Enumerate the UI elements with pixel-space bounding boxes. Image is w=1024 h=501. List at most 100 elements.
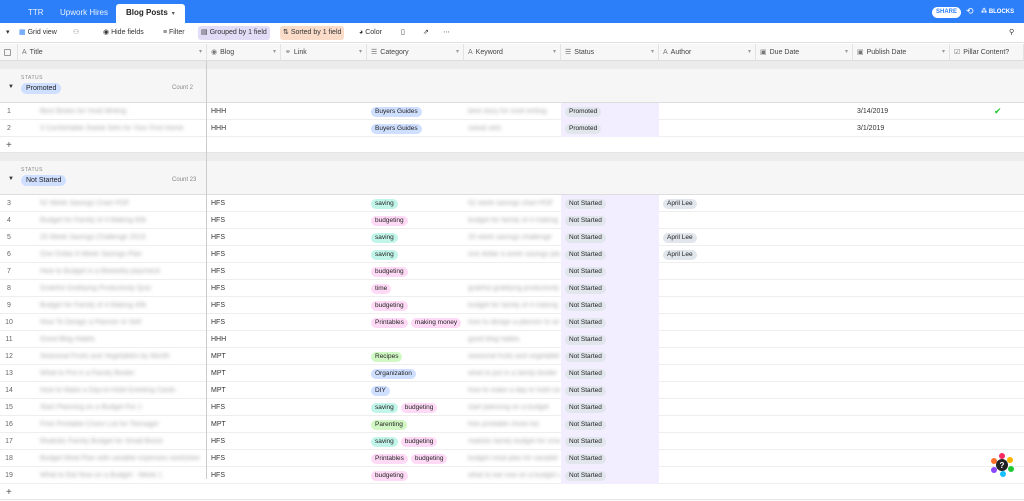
publish-date-cell[interactable] bbox=[857, 416, 949, 433]
blog-cell[interactable]: HFS bbox=[211, 314, 281, 331]
title-cell[interactable]: What to Eat Now on a Budget - Week 1 bbox=[40, 467, 200, 484]
category-cell[interactable]: Parenting bbox=[371, 416, 465, 433]
status-cell[interactable]: Not Started bbox=[561, 331, 659, 348]
keyword-cell[interactable]: budget for family of 4 making bbox=[468, 212, 560, 229]
keyword-cell[interactable]: what to eat now on a budget week bbox=[468, 467, 560, 484]
plus-icon[interactable]: + bbox=[6, 137, 16, 154]
keyword-cell[interactable]: budget meal plan for variable bbox=[468, 450, 560, 467]
table-row[interactable]: 14 How to Make a Day-to-Hold Greeting Car… bbox=[0, 382, 1024, 399]
title-cell[interactable]: Realistic Family Budget for Small Boost bbox=[40, 433, 200, 450]
table-row[interactable]: 12 Seasonal Fruits and Vegetables by Mont… bbox=[0, 348, 1024, 365]
chevron-down-icon[interactable]: ▾ bbox=[172, 11, 175, 17]
status-cell[interactable]: Not Started bbox=[561, 314, 659, 331]
author-cell[interactable] bbox=[663, 297, 755, 314]
blocks-button[interactable]: ⁂ BLOCKS bbox=[981, 8, 1014, 15]
view-switcher[interactable]: ▦ Grid view bbox=[16, 26, 60, 40]
title-cell[interactable]: Good Blog Habits bbox=[40, 331, 200, 348]
publish-date-cell[interactable] bbox=[857, 450, 949, 467]
views-toggle-icon[interactable]: ▾ bbox=[3, 26, 13, 40]
share-button[interactable]: SHARE bbox=[932, 7, 962, 18]
category-cell[interactable]: budgeting bbox=[371, 297, 465, 314]
status-cell[interactable]: Not Started bbox=[561, 280, 659, 297]
category-cell[interactable]: saving budgeting bbox=[371, 433, 465, 450]
keyword-cell[interactable]: 52 week savings chart PDF bbox=[468, 195, 560, 212]
category-cell[interactable]: Organization bbox=[371, 365, 465, 382]
status-cell[interactable]: Not Started bbox=[561, 195, 659, 212]
status-cell[interactable]: Not Started bbox=[561, 212, 659, 229]
column-category[interactable]: ☰ Category ▾ bbox=[367, 44, 464, 61]
status-cell[interactable]: Not Started bbox=[561, 365, 659, 382]
author-cell[interactable]: April Lee bbox=[663, 246, 755, 263]
category-cell[interactable]: Recipes bbox=[371, 348, 465, 365]
keyword-cell[interactable]: free printable chore list bbox=[468, 416, 560, 433]
title-cell[interactable]: Budget Meal Plan with variable expenses … bbox=[40, 450, 200, 467]
keyword-cell[interactable]: how to make a day to hold cards bbox=[468, 382, 560, 399]
table-row[interactable]: 3 52 Week Savings Chart PDF HFS saving 52 we… bbox=[0, 195, 1024, 212]
status-cell[interactable]: Not Started bbox=[561, 297, 659, 314]
table-row[interactable]: 8 Grateful Gratifying Productivity Quiz HF… bbox=[0, 280, 1024, 297]
status-cell[interactable]: Not Started bbox=[561, 450, 659, 467]
status-cell[interactable]: Not Started bbox=[561, 433, 659, 450]
author-cell[interactable]: April Lee bbox=[663, 195, 755, 212]
publish-date-cell[interactable] bbox=[857, 433, 949, 450]
blog-cell[interactable]: MPT bbox=[211, 416, 281, 433]
table-row[interactable]: 15 Start Planning on a Budget For 1 HFS sav… bbox=[0, 399, 1024, 416]
status-cell[interactable]: Not Started bbox=[561, 229, 659, 246]
title-cell[interactable]: What to Put in a Family Binder bbox=[40, 365, 200, 382]
author-cell[interactable] bbox=[663, 399, 755, 416]
keyword-cell[interactable]: grateful gratifying productivity bbox=[468, 280, 560, 297]
author-cell[interactable] bbox=[663, 212, 755, 229]
blog-cell[interactable]: HFS bbox=[211, 195, 281, 212]
keyword-cell[interactable]: seasonal fruits and vegetables bbox=[468, 348, 560, 365]
publish-date-cell[interactable] bbox=[857, 229, 949, 246]
blog-cell[interactable]: HFS bbox=[211, 280, 281, 297]
publish-date-cell[interactable] bbox=[857, 467, 949, 484]
title-cell[interactable]: 20 Week Savings Challenge 2019 bbox=[40, 229, 200, 246]
title-cell[interactable]: How to Budget in a Biweekly paycheck bbox=[40, 263, 200, 280]
color-button[interactable]: ◕ Color bbox=[356, 26, 385, 40]
blog-cell[interactable]: HFS bbox=[211, 297, 281, 314]
blog-cell[interactable]: HFS bbox=[211, 246, 281, 263]
column-link[interactable]: ⚭ Link ▾ bbox=[281, 44, 367, 61]
status-cell[interactable]: Not Started bbox=[561, 399, 659, 416]
publish-date-cell[interactable] bbox=[857, 280, 949, 297]
column-title[interactable]: A Title ▾ bbox=[18, 44, 207, 61]
share-view-icon[interactable]: ⇗ bbox=[420, 26, 432, 40]
category-cell[interactable]: saving bbox=[371, 229, 465, 246]
group-header[interactable]: ▼ STATUS Not Started Count 23 bbox=[0, 161, 1024, 195]
table-row[interactable]: 7 How to Budget in a Biweekly paycheck HFS… bbox=[0, 263, 1024, 280]
table-row[interactable]: 19 What to Eat Now on a Budget - Week 1 HF… bbox=[0, 467, 1024, 484]
tab-upwork-hires[interactable]: Upwork Hires bbox=[50, 4, 118, 23]
status-cell[interactable]: Promoted bbox=[561, 103, 659, 120]
status-cell[interactable]: Not Started bbox=[561, 348, 659, 365]
publish-date-cell[interactable] bbox=[857, 246, 949, 263]
keyword-cell[interactable]: good blog habits bbox=[468, 331, 560, 348]
author-cell[interactable] bbox=[663, 280, 755, 297]
publish-date-cell[interactable] bbox=[857, 297, 949, 314]
publish-date-cell[interactable] bbox=[857, 331, 949, 348]
collapse-group-icon[interactable]: ▼ bbox=[8, 176, 14, 182]
title-cell[interactable]: One Dollar A Week Savings Plan bbox=[40, 246, 200, 263]
table-row[interactable]: 11 Good Blog Habits HHH good blog habits Not… bbox=[0, 331, 1024, 348]
keyword-cell[interactable]: start planning on a budget bbox=[468, 399, 560, 416]
publish-date-cell[interactable] bbox=[857, 382, 949, 399]
publish-date-cell[interactable] bbox=[857, 314, 949, 331]
column-pillar-content[interactable]: ☑ Pillar Content? bbox=[950, 44, 1024, 61]
more-icon[interactable]: ⋯ bbox=[440, 26, 453, 40]
group-header[interactable]: ▼ STATUS Promoted Count 2 bbox=[0, 69, 1024, 103]
column-keyword[interactable]: A Keyword ▾ bbox=[464, 44, 561, 61]
publish-date-cell[interactable] bbox=[857, 195, 949, 212]
table-row[interactable]: 10 How To Design a Planner or Self HFS Prin… bbox=[0, 314, 1024, 331]
category-cell[interactable]: budgeting bbox=[371, 263, 465, 280]
blog-cell[interactable]: HFS bbox=[211, 229, 281, 246]
blog-cell[interactable]: HFS bbox=[211, 433, 281, 450]
author-cell[interactable] bbox=[663, 382, 755, 399]
keyword-cell[interactable] bbox=[468, 263, 560, 280]
author-cell[interactable]: April Lee bbox=[663, 229, 755, 246]
title-cell[interactable]: How To Design a Planner or Self bbox=[40, 314, 200, 331]
blog-cell[interactable]: MPT bbox=[211, 365, 281, 382]
status-cell[interactable]: Not Started bbox=[561, 467, 659, 484]
add-record-row[interactable]: + bbox=[0, 484, 1024, 500]
plus-icon[interactable]: + bbox=[6, 484, 16, 501]
keyword-cell[interactable]: realistic family budget for small bbox=[468, 433, 560, 450]
